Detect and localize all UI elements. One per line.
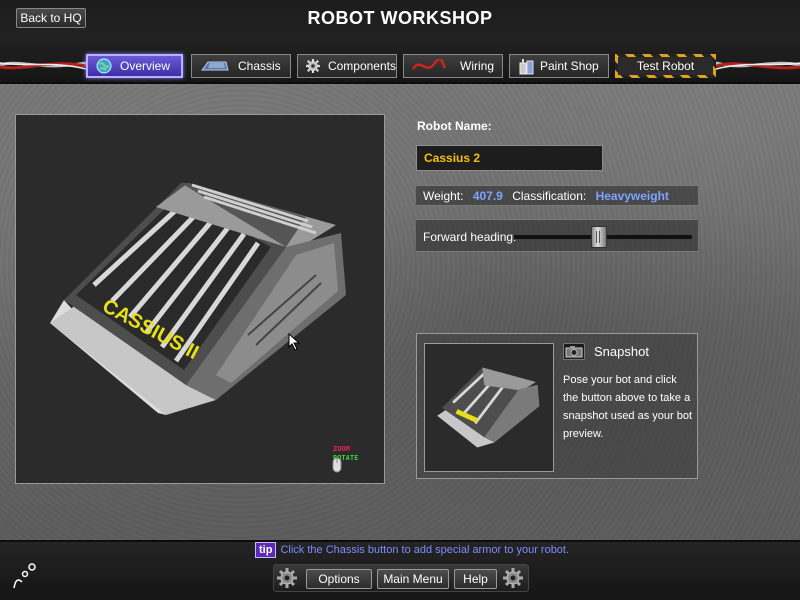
weight-label: Weight: (423, 189, 464, 203)
zoom-hint: ZOOM (333, 445, 350, 453)
tip-line: tip Click the Chassis button to add speci… (255, 542, 569, 558)
camera-icon (565, 346, 583, 358)
forward-heading-slider[interactable] (591, 226, 608, 248)
tab-test-robot[interactable]: Test Robot (615, 54, 716, 78)
tip-badge: tip (255, 542, 277, 558)
tab-label: Wiring (460, 59, 495, 73)
tab-label: Overview (120, 59, 171, 73)
help-button[interactable]: Help (454, 569, 497, 589)
wire-decoration-right (716, 61, 800, 70)
snapshot-title: Snapshot (594, 344, 649, 359)
tip-text: Click the Chassis button to add special … (280, 544, 570, 556)
main-menu-button[interactable]: Main Menu (377, 569, 449, 589)
tab-label: Test Robot (636, 59, 695, 73)
mouse-status-icon (13, 563, 36, 589)
tab-overview[interactable]: Overview (86, 54, 183, 78)
gear-icon (277, 568, 297, 588)
snapshot-preview (424, 343, 554, 472)
options-button[interactable]: Options (306, 569, 372, 589)
robot-model: CASSIUS II (50, 183, 346, 415)
footer: tip Click the Chassis button to add speci… (0, 540, 800, 600)
wire-decoration-left (0, 61, 86, 70)
robot-preview-image (437, 367, 540, 448)
tab-label: Components (327, 59, 396, 73)
paint-can-icon (519, 59, 534, 75)
tab-components[interactable]: Components (297, 54, 397, 78)
robot-name-label: Robot Name: (417, 119, 492, 133)
page-title: ROBOT WORKSHOP (307, 8, 493, 28)
snapshot-panel: Snapshot Pose your bot and click the but… (416, 333, 698, 479)
forward-heading-panel: Forward heading: (416, 219, 698, 252)
wire-icon (412, 59, 446, 70)
tab-paint-shop[interactable]: Paint Shop (509, 54, 609, 78)
mouse-cursor-icon (288, 333, 301, 351)
globe-icon (96, 58, 112, 74)
gear-icon (503, 568, 523, 588)
snapshot-description: Pose your bot and click the button above… (563, 374, 693, 440)
classification-value: Heavyweight (595, 189, 669, 203)
tab-chassis[interactable]: Chassis (191, 54, 291, 78)
tab-label: Chassis (238, 59, 281, 73)
robot-stats-bar: Weight: 407.9 Classification: Heavyweigh… (416, 185, 698, 206)
robot-3d-viewport[interactable]: CASSIUS II ZOOM ROTATE (15, 114, 385, 484)
robot-name-field[interactable]: Cassius 2 (416, 145, 603, 171)
chassis-icon (201, 61, 229, 71)
mouse-hint-icon (332, 457, 342, 473)
snapshot-camera-button[interactable] (563, 343, 585, 360)
header: Back to HQ ROBOT WORKSHOP Overview Chass… (0, 0, 800, 84)
gear-icon (306, 59, 320, 73)
tab-label: Paint Shop (540, 59, 599, 73)
forward-heading-label: Forward heading: (423, 230, 517, 244)
tab-wiring[interactable]: Wiring (403, 54, 503, 78)
weight-value: 407.9 (472, 189, 503, 203)
classification-label: Classification: (512, 189, 587, 203)
